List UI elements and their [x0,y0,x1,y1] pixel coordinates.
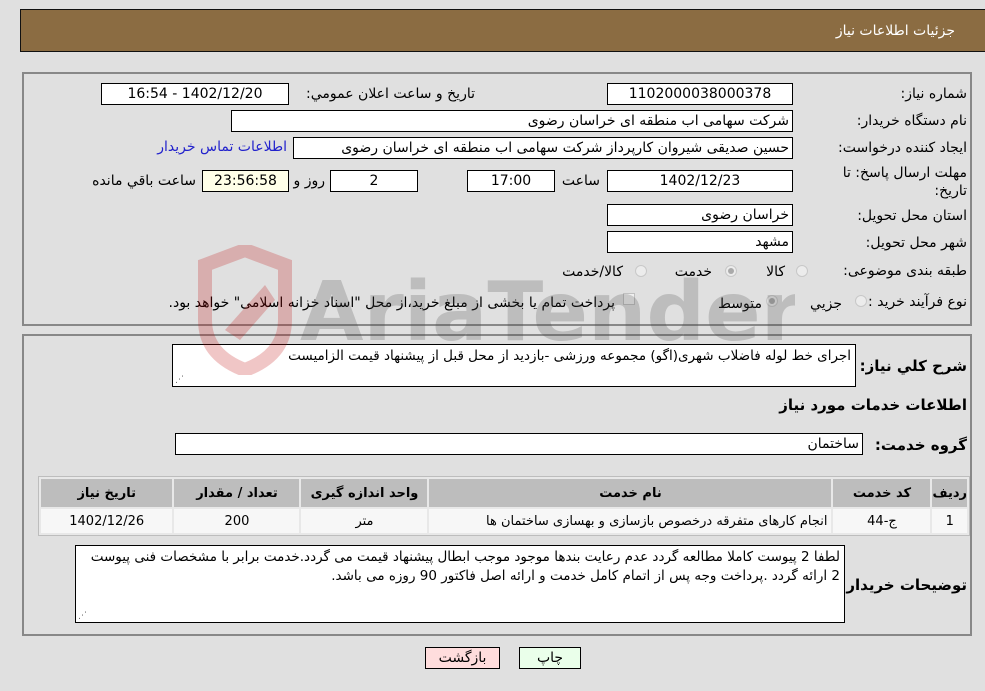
requester-label: ایجاد کننده درخواست: [838,140,967,156]
resize-grip-icon[interactable]: ⋰ [175,376,184,385]
buyer-notes-label: توضیحات خریدار: [840,576,967,594]
treasury-note: پرداخت تمام یا بخشی از مبلغ خرید،از محل … [168,295,615,311]
cell-date: 1402/12/26 [41,509,173,533]
category-option-goods-service: کالا/خدمت [562,264,623,280]
announce-date-label: تاریخ و ساعت اعلان عمومي: [306,86,475,102]
process-option-minor: جزيي [810,296,842,312]
col-row: رديف [932,479,967,507]
deadline-time-label: ساعت [561,173,600,189]
category-option-service: خدمت [674,264,712,280]
process-radio-medium[interactable] [766,295,778,307]
remaining-time-field: 23:56:58 [202,170,289,192]
category-radio-goods-service[interactable] [635,265,647,277]
remaining-time-label: ساعت باقي مانده [92,173,196,189]
deadline-label: مهلت ارسال پاسخ: تا تاریخ: [842,165,967,199]
need-number-label: شماره نیاز: [900,86,968,102]
col-date: تاریخ نیاز [41,479,173,507]
description-text: اجرای خط لوله فاضلاب شهری(اگو) مجموعه ور… [288,348,851,364]
services-table: رديف کد خدمت نام خدمت واحد اندازه گیری ت… [38,476,970,536]
process-option-medium: متوسط [718,296,762,312]
cell-code: ج-44 [833,509,931,533]
col-name: نام خدمت [429,479,832,507]
announce-date-field: 1402/12/20 - 16:54 [101,83,289,105]
city-field: مشهد [607,231,793,253]
cell-unit: متر [301,509,428,533]
deadline-time-field: 17:00 [467,170,555,192]
back-button[interactable]: بازگشت [425,647,500,669]
table-row: 1 ج-44 انجام کارهای متفرقه درخصوص بازساز… [41,509,967,533]
buyer-notes-text: لطفا 2 پیوست کاملا مطالعه گردد عدم رعایت… [90,549,840,584]
buyer-notes-textarea[interactable]: لطفا 2 پیوست کاملا مطالعه گردد عدم رعایت… [75,545,845,623]
buyer-contact-link[interactable]: اطلاعات تماس خریدار [157,139,287,155]
cell-row: 1 [932,509,967,533]
services-section-title: اطلاعات خدمات مورد نياز [779,396,967,414]
print-button[interactable]: چاپ [519,647,581,669]
col-qty: تعداد / مقدار [174,479,300,507]
buyer-org-field: شرکت سهامی اب منطقه ای خراسان رضوی [231,110,793,132]
process-radio-minor[interactable] [855,295,867,307]
description-textarea[interactable]: اجرای خط لوله فاضلاب شهری(اگو) مجموعه ور… [172,344,856,387]
deadline-date-field: 1402/12/23 [607,170,793,192]
col-unit: واحد اندازه گیری [301,479,428,507]
cell-qty: 200 [174,509,300,533]
province-field: خراسان رضوی [607,204,793,226]
category-radio-service[interactable] [725,265,737,277]
table-header-row: رديف کد خدمت نام خدمت واحد اندازه گیری ت… [41,479,967,507]
treasury-checkbox[interactable] [623,293,635,305]
remaining-days-field: 2 [330,170,418,192]
page-title: جزئیات اطلاعات نیاز [835,23,955,39]
province-label: استان محل تحویل: [857,208,967,224]
category-option-goods: کالا [766,264,785,280]
service-group-label: گروه خدمت: [874,436,967,454]
buyer-org-label: نام دستگاه خریدار: [856,113,967,129]
service-group-field: ساختمان [175,433,863,455]
days-label: روز و [293,173,326,189]
city-label: شهر محل تحویل: [865,235,967,251]
resize-grip-icon[interactable]: ⋰ [78,612,87,621]
description-label: شرح كلي نياز: [859,357,967,375]
category-label: طبقه بندی موضوعی: [843,263,967,279]
process-label: نوع فرآیند خرید : [868,294,967,310]
need-number-field: 1102000038000378 [607,83,793,105]
page-header: جزئیات اطلاعات نیاز [20,9,985,52]
requester-field: حسین صدیقی شیروان کارپرداز شرکت سهامی اب… [293,137,793,159]
category-radio-goods[interactable] [796,265,808,277]
col-code: کد خدمت [833,479,931,507]
cell-name: انجام کارهای متفرقه درخصوص بازسازی و بهس… [429,509,832,533]
